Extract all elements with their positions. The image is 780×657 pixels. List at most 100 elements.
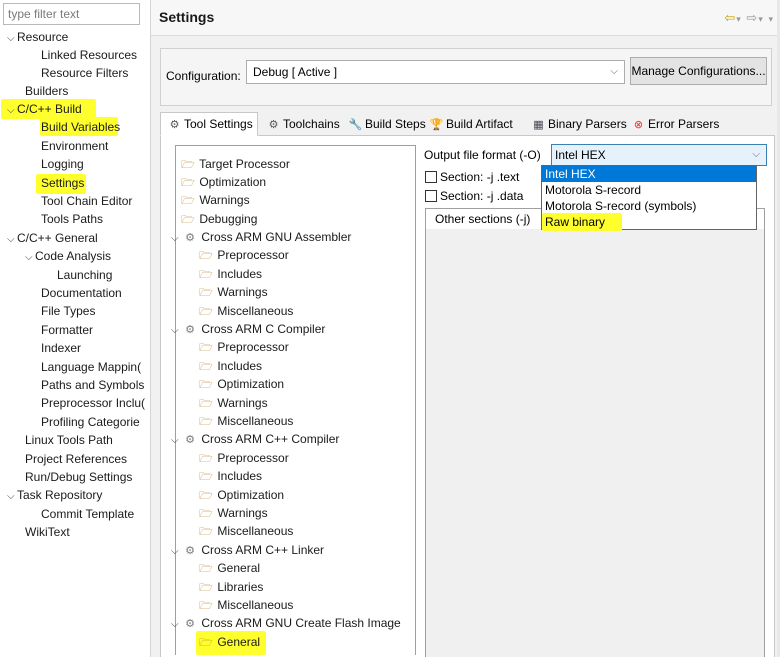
tree-node[interactable]: ⌵ ⚙ Cross ARM GNU Assembler [171,228,351,246]
tab-binary-parsers[interactable]: ▦ Binary Parsers [524,112,626,136]
nav-item-build-variables[interactable]: Build Variables [41,118,120,136]
nav-item-label: Builders [25,84,69,98]
chevron-down-icon[interactable]: ⌵ [171,616,182,634]
chevron-down-icon[interactable]: ⌵ [171,432,182,450]
folder-settings-icon: 🗁 [181,214,195,226]
output-format-select[interactable]: Intel HEX ⌵ [551,144,767,166]
section-data-checkbox[interactable]: Section: -j .data [425,189,523,203]
chevron-down-icon: ⌵ [752,149,760,160]
tree-node[interactable]: 🗁 Includes [198,265,262,283]
tab-label: Build Artifact [446,117,513,131]
nav-item-cpp-general[interactable]: ⌵ C/C++ General [7,229,98,247]
nav-item-label: Paths and Symbols [41,378,145,392]
nav-item-cpp-build[interactable]: ⌵ C/C++ Build [7,100,82,118]
nav-item-label: Task Repository [17,488,103,502]
tree-node[interactable]: ⌵ ⚙ Cross ARM C Compiler [171,320,325,338]
checkbox-icon[interactable] [425,190,437,202]
nav-item-environment[interactable]: Environment [41,137,108,155]
option-motorola-s-record[interactable]: Motorola S-record [542,182,756,198]
nav-item-wikitext[interactable]: WikiText [25,523,70,541]
tree-node[interactable]: 🗁 Debugging [180,210,257,228]
tab-error-parsers[interactable]: ⊗ Error Parsers [624,112,720,136]
tree-node[interactable]: 🗁 Target Processor [180,155,290,173]
chevron-down-icon[interactable]: ⌵ [7,102,17,120]
chevron-down-icon[interactable]: ⌵ [171,230,182,248]
tree-node[interactable]: 🗁 Optimization [198,486,284,504]
error-icon: ⊗ [633,119,644,131]
tree-node[interactable]: 🗁 Optimization [180,173,266,191]
nav-item-resource[interactable]: ⌵ Resource [7,28,68,46]
filter-input[interactable] [3,3,140,25]
dropdown-arrow-icon[interactable]: ▾ [758,14,764,24]
tree-node[interactable]: 🗁 Includes [198,467,262,485]
tree-node[interactable]: 🗁 Preprocessor [198,338,289,356]
nav-item-task-repository[interactable]: ⌵ Task Repository [7,486,102,504]
tab-build-artifact[interactable]: 🏆 Build Artifact [422,112,522,136]
manage-configurations-button[interactable]: Manage Configurations... [630,57,767,85]
nav-item-settings[interactable]: Settings [41,174,84,192]
tree-node[interactable]: 🗁 Warnings [198,283,267,301]
nav-item-builders[interactable]: Builders [25,82,68,100]
tab-build-steps[interactable]: 🔧 Build Steps [341,112,426,136]
other-sections-list[interactable] [425,229,765,657]
configuration-select[interactable]: Debug [ Active ] ⌵ [246,60,625,84]
nav-item-language-mappings[interactable]: Language Mappin( [41,358,149,376]
tree-node[interactable]: 🗁 Miscellaneous [198,522,293,540]
tree-node-selected[interactable]: 🗁 General [198,633,260,651]
chevron-down-icon[interactable]: ⌵ [171,543,182,561]
chevron-down-icon[interactable]: ⌵ [171,322,182,340]
chevron-down-icon[interactable]: ⌵ [7,231,17,249]
folder-settings-icon: 🗁 [199,582,213,594]
tree-node[interactable]: 🗁 Warnings [198,394,267,412]
gear-icon: ⚙ [185,545,195,557]
tree-node[interactable]: 🗁 Miscellaneous [198,596,293,614]
option-raw-binary[interactable]: Raw binary [542,214,756,230]
option-motorola-s-record-symbols[interactable]: Motorola S-record (symbols) [542,198,756,214]
tree-node[interactable]: ⌵ ⚙ Cross ARM C++ Linker [171,541,324,559]
nav-item-indexer[interactable]: Indexer [41,339,81,357]
nav-item-preprocessor-include[interactable]: Preprocessor Inclu( [41,394,149,412]
nav-item-paths-and-symbols[interactable]: Paths and Symbols [41,376,149,394]
nav-item-code-analysis[interactable]: ⌵ Code Analysis [25,247,111,265]
section-text-checkbox[interactable]: Section: -j .text [425,170,519,184]
nav-item-linked-resources[interactable]: Linked Resources [41,46,137,64]
tree-node[interactable]: 🗁 Warnings [198,504,267,522]
tree-node-label: Miscellaneous [217,524,294,538]
nav-item-formatter[interactable]: Formatter [41,321,93,339]
tree-node[interactable]: 🗁 Preprocessor [198,449,289,467]
tree-node[interactable]: ⌵ ⚙ Cross ARM GNU Create Flash Image [171,614,401,632]
tree-node[interactable]: ⌵ ⚙ Cross ARM C++ Compiler [171,430,339,448]
chevron-down-icon[interactable]: ⌵ [7,30,17,48]
tree-node[interactable]: 🗁 General [198,559,260,577]
nav-item-run-debug-settings[interactable]: Run/Debug Settings [25,468,132,486]
tree-node[interactable]: 🗁 Libraries [198,578,263,596]
nav-item-linux-tools-path[interactable]: Linux Tools Path [25,431,113,449]
nav-item-tools-paths[interactable]: Tools Paths [41,210,103,228]
nav-item-tool-chain-editor[interactable]: Tool Chain Editor [41,192,132,210]
checkbox-icon[interactable] [425,171,437,183]
folder-settings-icon: 🗁 [181,177,195,189]
tree-node[interactable]: 🗁 Warnings [180,191,249,209]
tree-node[interactable]: 🗁 Includes [198,357,262,375]
nav-item-launching[interactable]: Launching [57,266,112,284]
option-intel-hex[interactable]: Intel HEX [542,166,756,182]
nav-item-file-types[interactable]: File Types [41,302,95,320]
forward-arrow-icon[interactable]: ⇨ [746,10,758,25]
nav-item-commit-template[interactable]: Commit Template [41,505,134,523]
chevron-down-icon[interactable]: ⌵ [25,249,35,267]
back-arrow-icon[interactable]: ⇦ [724,10,736,25]
tree-node[interactable]: 🗁 Optimization [198,375,284,393]
nav-item-project-references[interactable]: Project References [25,450,127,468]
tree-node[interactable]: 🗁 Miscellaneous [198,412,293,430]
dropdown-arrow-icon[interactable]: ▾ [736,14,742,24]
chevron-down-icon[interactable]: ⌵ [7,488,17,506]
tab-tool-settings[interactable]: ⚙ Tool Settings [160,112,258,136]
nav-item-profiling-categories[interactable]: Profiling Categorie [41,413,149,431]
view-menu-icon[interactable]: ▾ [768,14,774,24]
tab-toolchains[interactable]: ⚙ Toolchains [259,112,344,136]
nav-item-documentation[interactable]: Documentation [41,284,122,302]
tree-node[interactable]: 🗁 Miscellaneous [198,302,293,320]
tree-node[interactable]: 🗁 Preprocessor [198,246,289,264]
nav-item-logging[interactable]: Logging [41,155,84,173]
nav-item-resource-filters[interactable]: Resource Filters [41,64,128,82]
